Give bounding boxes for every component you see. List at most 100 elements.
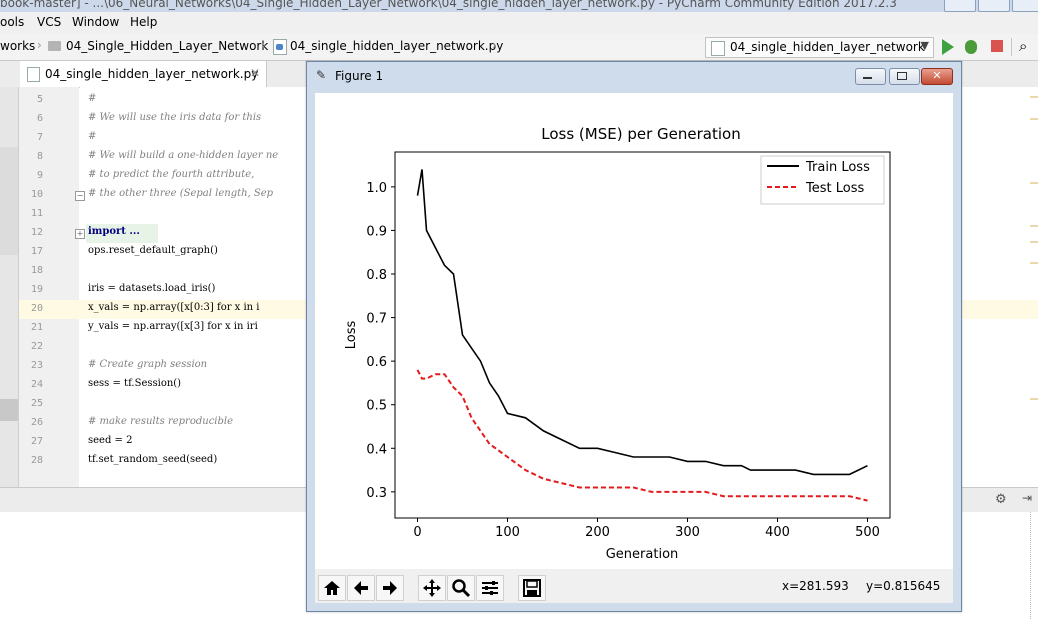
close-tab-icon[interactable]: ✕ (250, 66, 260, 80)
menu-help[interactable]: Help (130, 15, 157, 29)
debug-icon[interactable] (965, 40, 977, 54)
code-line: seed = 2 (88, 435, 133, 446)
navigation-bar: works › 04_Single_Hidden_Layer_Network ›… (0, 34, 1038, 61)
figure-toolbar: x=281.593 y=0.815645 (315, 569, 953, 603)
search-icon[interactable]: ⌕ (1019, 37, 1027, 55)
python-file-icon (273, 39, 287, 55)
code-line: # (88, 93, 97, 104)
chevron-down-icon: ▼ (920, 39, 929, 52)
line-number: 10 (30, 189, 43, 200)
line-number: 5 (36, 94, 43, 105)
editor-tab-label: 04_single_hidden_layer_network.py (45, 67, 259, 81)
figure-close-button[interactable]: ✕ (921, 68, 953, 85)
legend: Train Loss Test Loss (760, 155, 885, 205)
plot-area (394, 151, 891, 519)
legend-test-label: Test Loss (805, 181, 864, 196)
line-number: 28 (30, 455, 43, 466)
zoom-icon[interactable] (447, 575, 475, 601)
python-file-icon (27, 67, 40, 82)
chart-title: Loss (MSE) per Generation (541, 125, 740, 143)
code-line: # We will use the iris data for this (88, 112, 262, 123)
y-tick-label: 1.0 (366, 181, 387, 196)
line-number: 8 (36, 151, 43, 162)
code-line: # the other three (Sepal length, Sep (88, 188, 274, 199)
test-loss-line (416, 369, 868, 502)
x-tick-label: 0 (413, 525, 421, 540)
code-line: import ... (88, 226, 140, 237)
pan-icon[interactable] (418, 575, 446, 601)
line-number: 23 (30, 360, 43, 371)
line-number: 21 (30, 322, 43, 333)
x-tick-label: 500 (855, 525, 880, 540)
fold-toggle-icon[interactable]: − (75, 191, 85, 201)
minimize-button[interactable] (944, 0, 976, 12)
line-number: 11 (30, 208, 43, 219)
fold-toggle-icon[interactable]: + (75, 229, 85, 239)
y-tick-label: 0.6 (366, 355, 387, 370)
run-icon[interactable] (942, 39, 954, 55)
y-tick-label: 0.9 (366, 224, 387, 239)
breadcrumb-separator-icon: › (492, 38, 497, 52)
breadcrumb-project[interactable]: works (0, 39, 35, 53)
breadcrumb-separator-icon: › (261, 38, 266, 52)
menu-bar: ools VCS Window Help (0, 12, 1038, 34)
close-window-button[interactable] (1012, 0, 1038, 12)
breadcrumb-file[interactable]: 04_single_hidden_layer_network.py (290, 39, 503, 53)
figure-maximize-button[interactable] (889, 68, 920, 85)
line-number: 17 (30, 246, 43, 257)
line-number: 18 (30, 265, 43, 276)
run-configuration-dropdown[interactable]: 04_single_hidden_layer_network ▼ (705, 37, 934, 58)
x-tick-label: 300 (675, 525, 700, 540)
back-arrow-icon[interactable] (347, 575, 375, 601)
plot-canvas[interactable]: Loss (MSE) per Generation 0 100 200 300 400 5… (315, 93, 953, 569)
x-tick-label: 100 (495, 525, 520, 540)
home-icon[interactable] (318, 575, 346, 601)
y-tick-label: 0.8 (366, 268, 387, 283)
code-line: # to predict the fourth attribute, (88, 169, 255, 180)
ide-title-bar: book-master] - ...\06_Neural_Networks\04… (0, 0, 1038, 12)
code-line: # make results reproducible (88, 416, 234, 427)
forward-arrow-icon[interactable] (376, 575, 404, 601)
legend-train-label: Train Loss (805, 160, 870, 175)
cursor-x-readout: x=281.593 (782, 579, 849, 593)
menu-tools[interactable]: ools (0, 15, 24, 29)
code-line: iris = datasets.load_iris() (88, 283, 216, 294)
x-tick-label: 200 (585, 525, 610, 540)
hide-panel-icon[interactable]: ⇥ (1022, 491, 1032, 505)
code-line: y_vals = np.array([x[3] for x in iri (88, 321, 258, 332)
feather-icon: ✎ (316, 68, 327, 82)
loss-chart: Loss (MSE) per Generation 0 100 200 300 400 5… (344, 125, 891, 562)
folder-icon (48, 41, 61, 51)
gear-icon[interactable]: ⚙ (995, 492, 1007, 507)
stop-icon[interactable] (991, 40, 1003, 52)
line-number: 22 (30, 341, 43, 352)
x-tick-label: 400 (765, 525, 790, 540)
line-number: 26 (30, 417, 43, 428)
line-number: 9 (36, 170, 43, 181)
line-number: 19 (30, 284, 43, 295)
y-tick-label: 0.3 (366, 486, 387, 501)
y-tick-label: 0.5 (366, 399, 387, 414)
y-tick-label: 0.4 (366, 442, 387, 457)
code-line: x_vals = np.array([x[0:3] for x in i (88, 302, 260, 313)
cursor-y-readout: y=0.815645 (866, 579, 941, 593)
save-icon[interactable] (518, 575, 546, 601)
project-tool-button[interactable] (0, 147, 18, 255)
breadcrumb-folder[interactable]: 04_Single_Hidden_Layer_Network (66, 39, 268, 53)
code-line: # We will build a one-hidden layer ne (88, 150, 279, 161)
train-loss-line (416, 169, 868, 476)
line-number: 12 (30, 227, 43, 238)
figure-title: Figure 1 (335, 69, 384, 83)
line-number: 25 (30, 398, 43, 409)
line-number: 20 (30, 303, 43, 314)
maximize-button[interactable] (978, 0, 1010, 12)
menu-vcs[interactable]: VCS (37, 15, 61, 29)
editor-tab[interactable]: 04_single_hidden_layer_network.py ✕ (20, 61, 267, 87)
figure-minimize-button[interactable] (855, 68, 886, 85)
menu-window[interactable]: Window (72, 15, 119, 29)
subplots-icon[interactable] (476, 575, 504, 601)
structure-tool-button[interactable] (0, 399, 18, 421)
run-configuration-label: 04_single_hidden_layer_network (730, 40, 925, 54)
code-line: # Create graph session (88, 359, 208, 370)
code-line: tf.set_random_seed(seed) (88, 454, 218, 465)
